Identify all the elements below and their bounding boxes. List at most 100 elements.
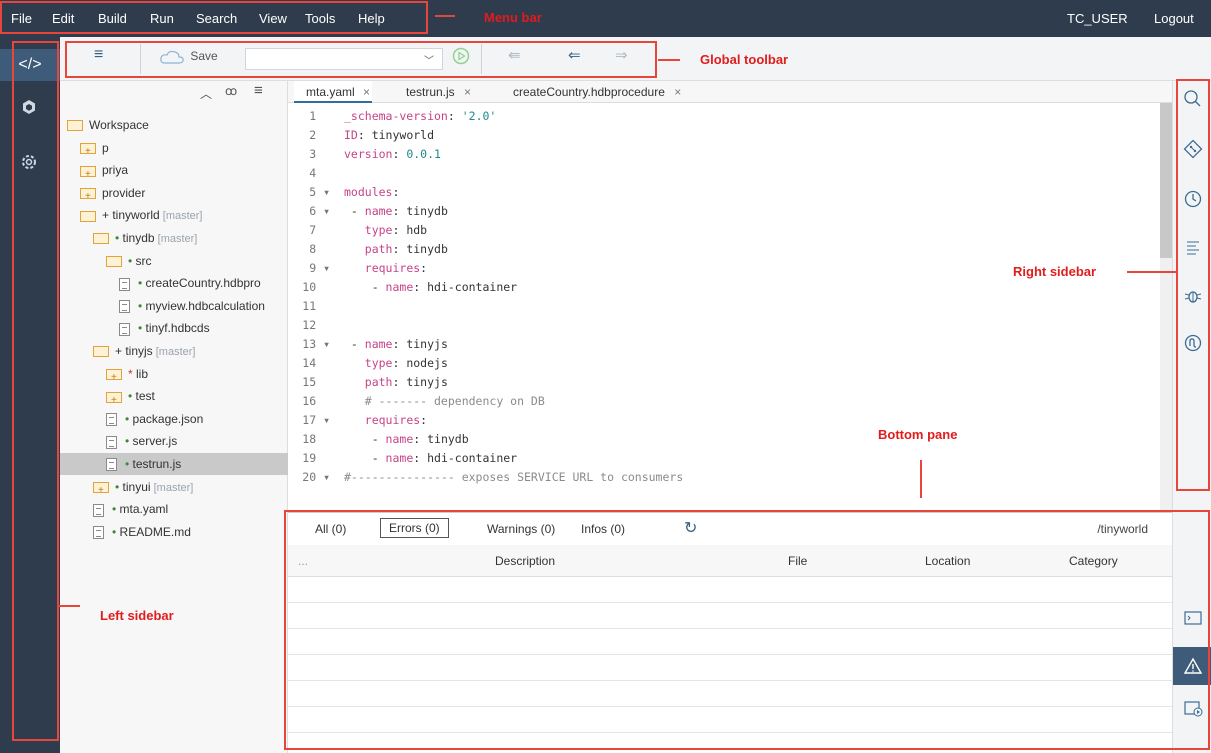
file-icon: [106, 413, 117, 427]
right-sidebar-label: Right sidebar: [1013, 264, 1097, 279]
tree-item-label: mta.yaml: [119, 502, 169, 517]
code-text: path: tinydb: [364, 242, 448, 256]
tree-item[interactable]: * lib: [106, 363, 288, 389]
code-text: - name: hdi-container: [344, 451, 518, 465]
tree-item-label: p: [102, 140, 109, 155]
left-sidebar-label: Left sidebar: [100, 608, 174, 623]
tree-item[interactable]: • tinydb [master]: [93, 227, 288, 249]
tree-item[interactable]: • tinyui [master]: [93, 476, 288, 502]
tree-item[interactable]: • server.js: [106, 430, 288, 452]
tab-createcountry[interactable]: createCountry.hdbprocedure ×: [503, 81, 713, 103]
file-icon: [106, 458, 117, 472]
tree-item-label: tinyf.hdbcds: [145, 321, 210, 336]
bottom-pane-label: Bottom pane: [878, 427, 958, 442]
editor-scroll-thumb[interactable]: [1160, 103, 1172, 258]
tab-label: createCountry.hdbprocedure: [513, 85, 665, 99]
tree-item-label: myview.hdbcalculation: [145, 298, 265, 313]
tree-item[interactable]: • testrun.js: [60, 453, 288, 475]
tree-item[interactable]: • test: [106, 385, 288, 412]
line-number: 12: [302, 318, 330, 332]
tree-item[interactable]: • README.md: [93, 521, 288, 543]
tree-item[interactable]: • createCountry.hdbpro: [119, 272, 288, 294]
line-number: 5 ▾: [309, 185, 330, 199]
code-line: 2 ID: tinyworld: [288, 126, 1148, 145]
line-number: 18: [302, 432, 330, 446]
tree-item-label: tinyworld: [112, 208, 160, 223]
line-number: 15: [302, 375, 330, 389]
code-text: - name: hdi-container: [344, 280, 518, 294]
git-status-marker: •: [115, 479, 123, 494]
bottom-pane-highlight: [284, 510, 1210, 750]
tree-item-label: tinydb: [122, 231, 155, 245]
tree-item[interactable]: + tinyworld [master]: [80, 204, 288, 226]
folder-open-icon: [93, 346, 109, 358]
code-line: 19 - name: hdi-container: [288, 449, 1148, 468]
code-editor[interactable]: 1 _schema-version: '2.0' 2 ID: tinyworld 3…: [288, 103, 1160, 510]
git-status-marker: *: [128, 366, 137, 381]
folder-closed-icon: [93, 480, 109, 502]
collapse-icon[interactable]: ︿: [200, 85, 212, 102]
git-status-marker: •: [112, 524, 120, 539]
code-line: 13 ▾ - name: tinyjs: [288, 335, 1148, 354]
line-number: 8: [309, 242, 330, 256]
code-text: - name: tinydb: [344, 432, 469, 446]
tree-item[interactable]: Workspace: [67, 114, 288, 136]
line-number: 16: [302, 394, 330, 408]
folder-open-icon: [93, 233, 109, 245]
line-number: 9 ▾: [309, 261, 330, 275]
code-line: 4: [288, 164, 1148, 183]
tree-item-label: server.js: [132, 434, 178, 449]
close-icon[interactable]: ×: [363, 85, 370, 99]
left-sidebar-highlight: [12, 41, 59, 741]
menu-icon[interactable]: ≡: [254, 82, 263, 99]
bottom-pane-pointer: [920, 460, 922, 498]
git-branch-label: [master]: [152, 346, 196, 358]
tree-item[interactable]: p: [80, 137, 288, 163]
tab-mta-yaml[interactable]: mta.yaml ×: [294, 81, 372, 103]
logout-link[interactable]: Logout: [1154, 11, 1194, 26]
tree-item-label: test: [135, 389, 155, 404]
code-line: 14 type: nodejs: [288, 354, 1148, 373]
code-line: 18 - name: tinydb: [288, 430, 1148, 449]
folder-closed-icon: [106, 390, 122, 412]
line-number: 3: [309, 147, 330, 161]
folder-closed-icon: [80, 186, 96, 208]
tree-item[interactable]: • myview.hdbcalculation: [119, 295, 288, 317]
menu-bar-label: Menu bar: [484, 10, 542, 25]
tree-item[interactable]: • src: [106, 250, 288, 272]
code-line: 12: [288, 316, 1148, 335]
line-number: 13 ▾: [302, 337, 330, 351]
menu-bar-highlight: [0, 1, 428, 34]
tree-item[interactable]: provider: [80, 182, 288, 208]
tab-testrun-js[interactable]: testrun.js ×: [396, 81, 488, 103]
tree-item[interactable]: • mta.yaml: [93, 498, 288, 520]
tree-item[interactable]: • tinyf.hdbcds: [119, 317, 288, 339]
git-status-marker: •: [138, 276, 146, 291]
tree-item-label: priya: [102, 163, 129, 178]
tree-item-label: testrun.js: [132, 457, 182, 471]
code-line: 11: [288, 297, 1148, 316]
right-sidebar-highlight: [1176, 79, 1210, 491]
folder-closed-icon: [80, 164, 96, 186]
git-status-marker: •: [115, 231, 123, 245]
code-text: modules:: [344, 185, 400, 199]
git-status-marker: •: [125, 434, 133, 449]
tree-item[interactable]: • package.json: [106, 408, 288, 430]
close-icon[interactable]: ×: [674, 85, 681, 99]
code-text: type: nodejs: [364, 356, 448, 370]
tree-item[interactable]: + tinyjs [master]: [93, 340, 288, 362]
user-name[interactable]: TC_USER: [1067, 11, 1128, 26]
binoculars-icon[interactable]: ꝏ: [225, 84, 237, 98]
git-status-marker: +: [102, 208, 113, 223]
file-icon: [119, 322, 130, 336]
close-icon[interactable]: ×: [464, 85, 471, 99]
git-branch-label: [master]: [159, 210, 203, 223]
tree-item[interactable]: priya: [80, 159, 288, 186]
code-text: requires:: [364, 413, 428, 427]
global-toolbar-label: Global toolbar: [700, 52, 789, 67]
code-line: 1 _schema-version: '2.0': [288, 107, 1148, 126]
global-toolbar-highlight: [65, 41, 657, 78]
folder-closed-icon: [106, 367, 122, 389]
folder-open-icon: [67, 120, 83, 132]
file-icon: [119, 277, 130, 291]
